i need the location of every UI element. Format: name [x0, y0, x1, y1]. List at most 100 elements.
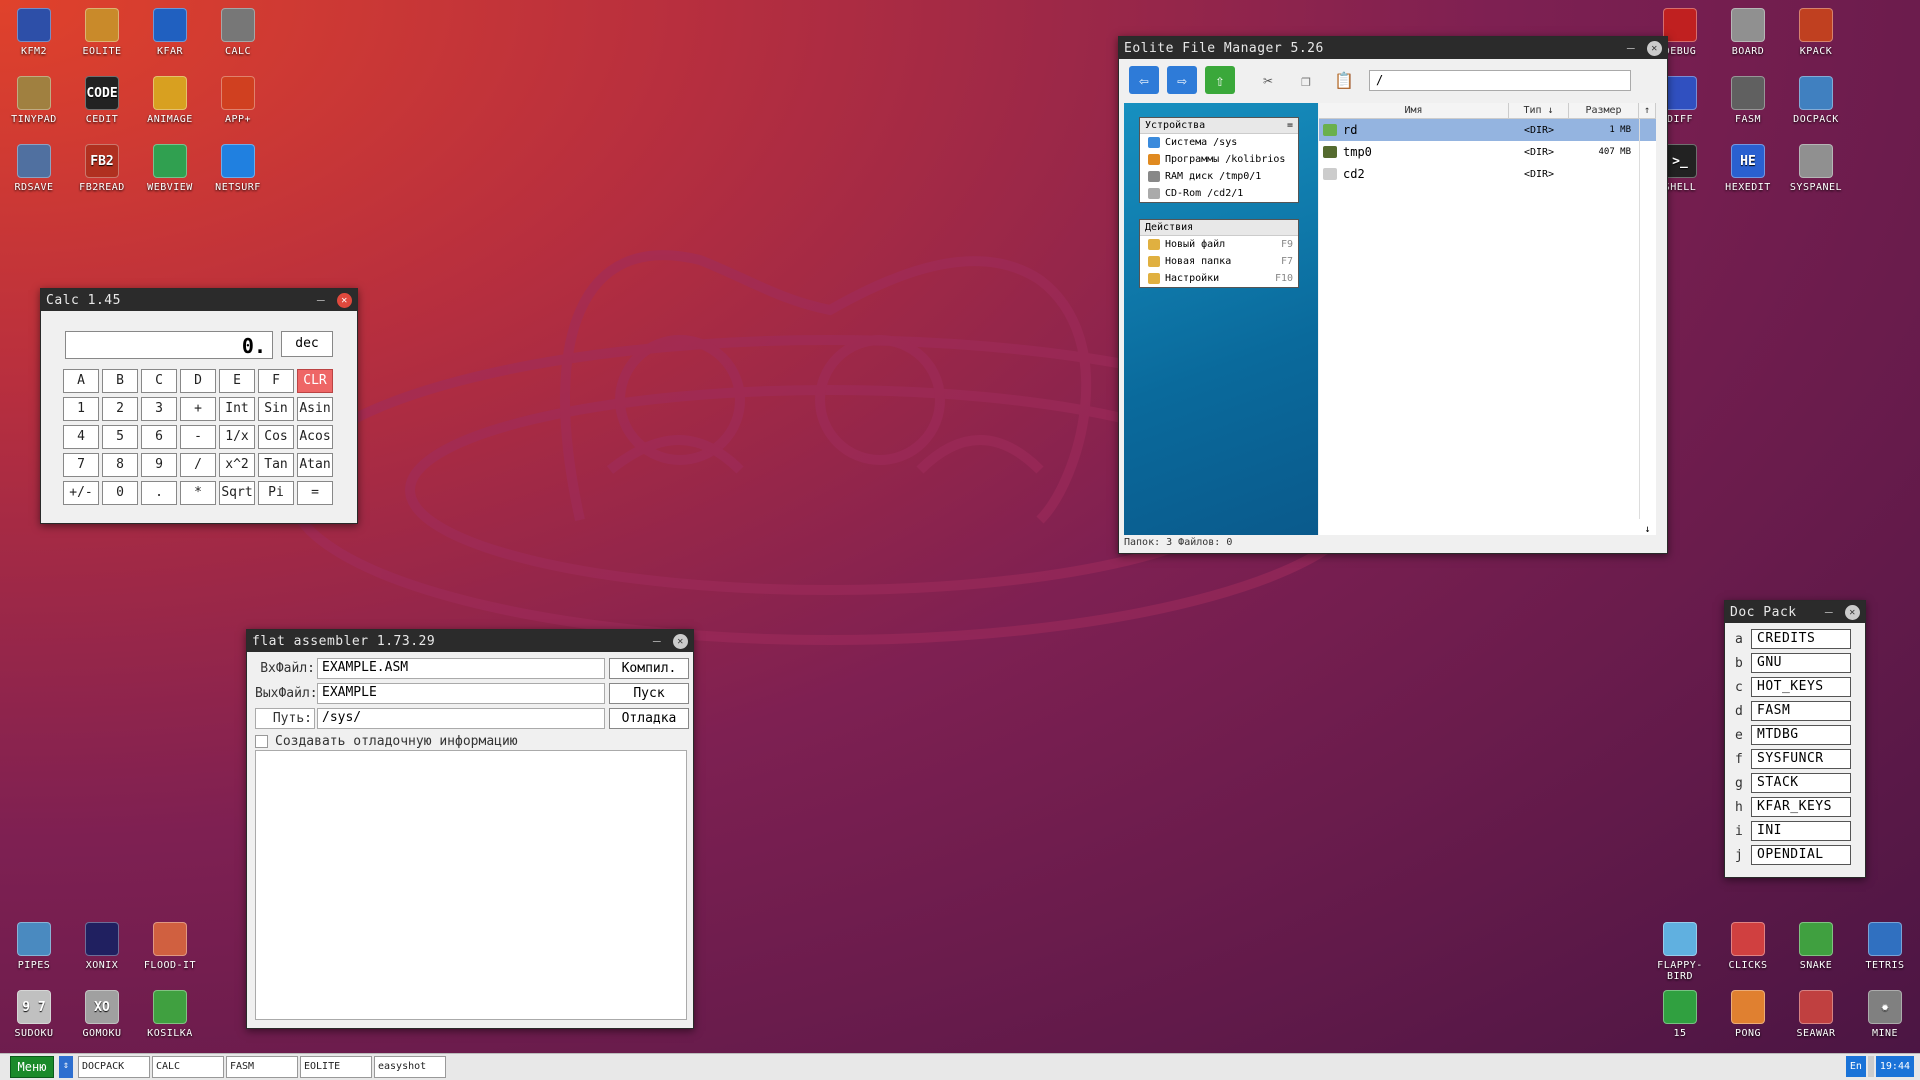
desktop-icon-kpack[interactable]: KPACK [1782, 8, 1850, 57]
language-indicator[interactable]: En [1845, 1056, 1866, 1077]
desktop-icon-seawar[interactable]: SEAWAR [1782, 990, 1850, 1039]
doc-item[interactable]: i INI [1735, 821, 1851, 841]
doc-item[interactable]: c HOT_KEYS [1735, 677, 1851, 697]
minimize-button[interactable]: – [1821, 605, 1837, 620]
compile-button[interactable]: Компил. [609, 657, 689, 679]
calc-key[interactable]: Sqrt [219, 481, 255, 505]
doc-button[interactable]: INI [1751, 821, 1851, 841]
calc-key[interactable]: + [180, 397, 216, 421]
doc-button[interactable]: GNU [1751, 653, 1851, 673]
calc-key[interactable]: 6 [141, 425, 177, 449]
scrollbar[interactable] [1639, 119, 1656, 519]
calc-key[interactable]: 5 [102, 425, 138, 449]
doc-item[interactable]: d FASM [1735, 701, 1851, 721]
taskbar-item[interactable]: DOCPACK [78, 1056, 150, 1078]
calc-key[interactable]: . [141, 481, 177, 505]
desktop-icon-clicks[interactable]: CLICKS [1714, 922, 1782, 971]
switch-icon[interactable]: ⇕ [59, 1056, 73, 1078]
back-icon[interactable]: ⇦ [1129, 66, 1159, 94]
device-item[interactable]: CD-Rom /cd2/1 [1140, 185, 1298, 202]
calc-key[interactable]: Acos [297, 425, 333, 449]
calc-key[interactable]: A [63, 369, 99, 393]
calc-key[interactable]: 1/x [219, 425, 255, 449]
desktop-icon-eolite[interactable]: EOLITE [68, 8, 136, 57]
file-row[interactable]: cd2 <DIR> [1319, 163, 1656, 185]
desktop-icon-kfm2[interactable]: KFM2 [0, 8, 68, 57]
calc-key[interactable]: +/- [63, 481, 99, 505]
calc-key[interactable]: E [219, 369, 255, 393]
close-button[interactable]: ✕ [1845, 604, 1860, 620]
desktop-icon-mine[interactable]: ✹ MINE [1851, 990, 1919, 1039]
docpack-titlebar[interactable]: Doc Pack – ✕ [1725, 601, 1865, 623]
minimize-button[interactable]: – [313, 293, 329, 308]
desktop-icon-flood-it[interactable]: FLOOD-IT [136, 922, 204, 971]
doc-button[interactable]: FASM [1751, 701, 1851, 721]
doc-button[interactable]: KFAR_KEYS [1751, 797, 1851, 817]
desktop-icon-xonix[interactable]: XONIX [68, 922, 136, 971]
desktop-icon-pong[interactable]: PONG [1714, 990, 1782, 1039]
column-name[interactable]: Имя [1319, 103, 1509, 118]
taskbar-item[interactable]: CALC [152, 1056, 224, 1078]
column-type[interactable]: Тип ↓ [1509, 103, 1569, 118]
calc-key[interactable]: 8 [102, 453, 138, 477]
debug-info-checkbox[interactable] [255, 734, 268, 748]
close-button[interactable]: ✕ [1647, 40, 1662, 56]
close-button[interactable]: ✕ [673, 633, 688, 649]
calc-mode-button[interactable]: dec [281, 331, 333, 357]
calc-key[interactable]: 9 [141, 453, 177, 477]
up-icon[interactable]: ⇧ [1205, 66, 1235, 94]
desktop-icon-sudoku[interactable]: 9 7 SUDOKU [0, 990, 68, 1039]
desktop-icon-fasm[interactable]: FASM [1714, 76, 1782, 125]
desktop-icon-calc[interactable]: CALC [204, 8, 272, 57]
cut-icon[interactable]: ✂ [1253, 66, 1283, 94]
action-item[interactable]: Настройки F10 [1140, 270, 1298, 287]
calc-key[interactable]: = [297, 481, 333, 505]
calc-key[interactable]: 0 [102, 481, 138, 505]
desktop-icon-fb2read[interactable]: FB2 FB2READ [68, 144, 136, 193]
device-item[interactable]: Система /sys [1140, 134, 1298, 151]
calc-key[interactable]: B [102, 369, 138, 393]
calc-key[interactable]: Asin [297, 397, 333, 421]
calc-key[interactable]: CLR [297, 369, 333, 393]
taskbar-item[interactable]: easyshot [374, 1056, 446, 1078]
run-button[interactable]: Пуск [609, 682, 689, 704]
calc-key[interactable]: 2 [102, 397, 138, 421]
calc-titlebar[interactable]: Calc 1.45 – ✕ [41, 289, 357, 311]
calc-key[interactable]: 7 [63, 453, 99, 477]
forward-icon[interactable]: ⇨ [1167, 66, 1197, 94]
desktop-icon-netsurf[interactable]: NETSURF [204, 144, 272, 193]
doc-button[interactable]: HOT_KEYS [1751, 677, 1851, 697]
calc-key[interactable]: Atan [297, 453, 333, 477]
desktop-icon-flappy-bird[interactable]: FLAPPY-BIRD [1646, 922, 1714, 982]
desktop-icon-snake[interactable]: SNAKE [1782, 922, 1850, 971]
calc-key[interactable]: Pi [258, 481, 294, 505]
calc-key[interactable]: / [180, 453, 216, 477]
doc-item[interactable]: h KFAR_KEYS [1735, 797, 1851, 817]
debug-button[interactable]: Отладка [609, 707, 689, 729]
calc-key[interactable]: - [180, 425, 216, 449]
paste-icon[interactable]: 📋 [1329, 66, 1359, 94]
fasm-titlebar[interactable]: flat assembler 1.73.29 – ✕ [247, 630, 693, 652]
path-button[interactable]: Путь: [255, 707, 315, 729]
desktop-icon-hexedit[interactable]: HE HEXEDIT [1714, 144, 1782, 193]
calc-key[interactable]: * [180, 481, 216, 505]
desktop-icon-app+[interactable]: APP+ [204, 76, 272, 125]
doc-button[interactable]: CREDITS [1751, 629, 1851, 649]
calc-key[interactable]: Tan [258, 453, 294, 477]
doc-item[interactable]: f SYSFUNCR [1735, 749, 1851, 769]
desktop-icon-kosilka[interactable]: KOSILKA [136, 990, 204, 1039]
file-row[interactable]: rd <DIR> 1 MB [1319, 119, 1656, 141]
minimize-button[interactable]: – [1623, 41, 1639, 56]
calc-key[interactable]: F [258, 369, 294, 393]
input-file-field[interactable]: EXAMPLE.ASM [317, 657, 605, 679]
doc-item[interactable]: a CREDITS [1735, 629, 1851, 649]
calc-key[interactable]: Sin [258, 397, 294, 421]
collapse-icon[interactable]: = [1287, 120, 1293, 131]
calc-key[interactable]: Cos [258, 425, 294, 449]
calc-key[interactable]: C [141, 369, 177, 393]
calc-key[interactable]: D [180, 369, 216, 393]
calc-key[interactable]: 1 [63, 397, 99, 421]
doc-item[interactable]: b GNU [1735, 653, 1851, 673]
device-item[interactable]: Программы /kolibrios [1140, 151, 1298, 168]
doc-button[interactable]: STACK [1751, 773, 1851, 793]
